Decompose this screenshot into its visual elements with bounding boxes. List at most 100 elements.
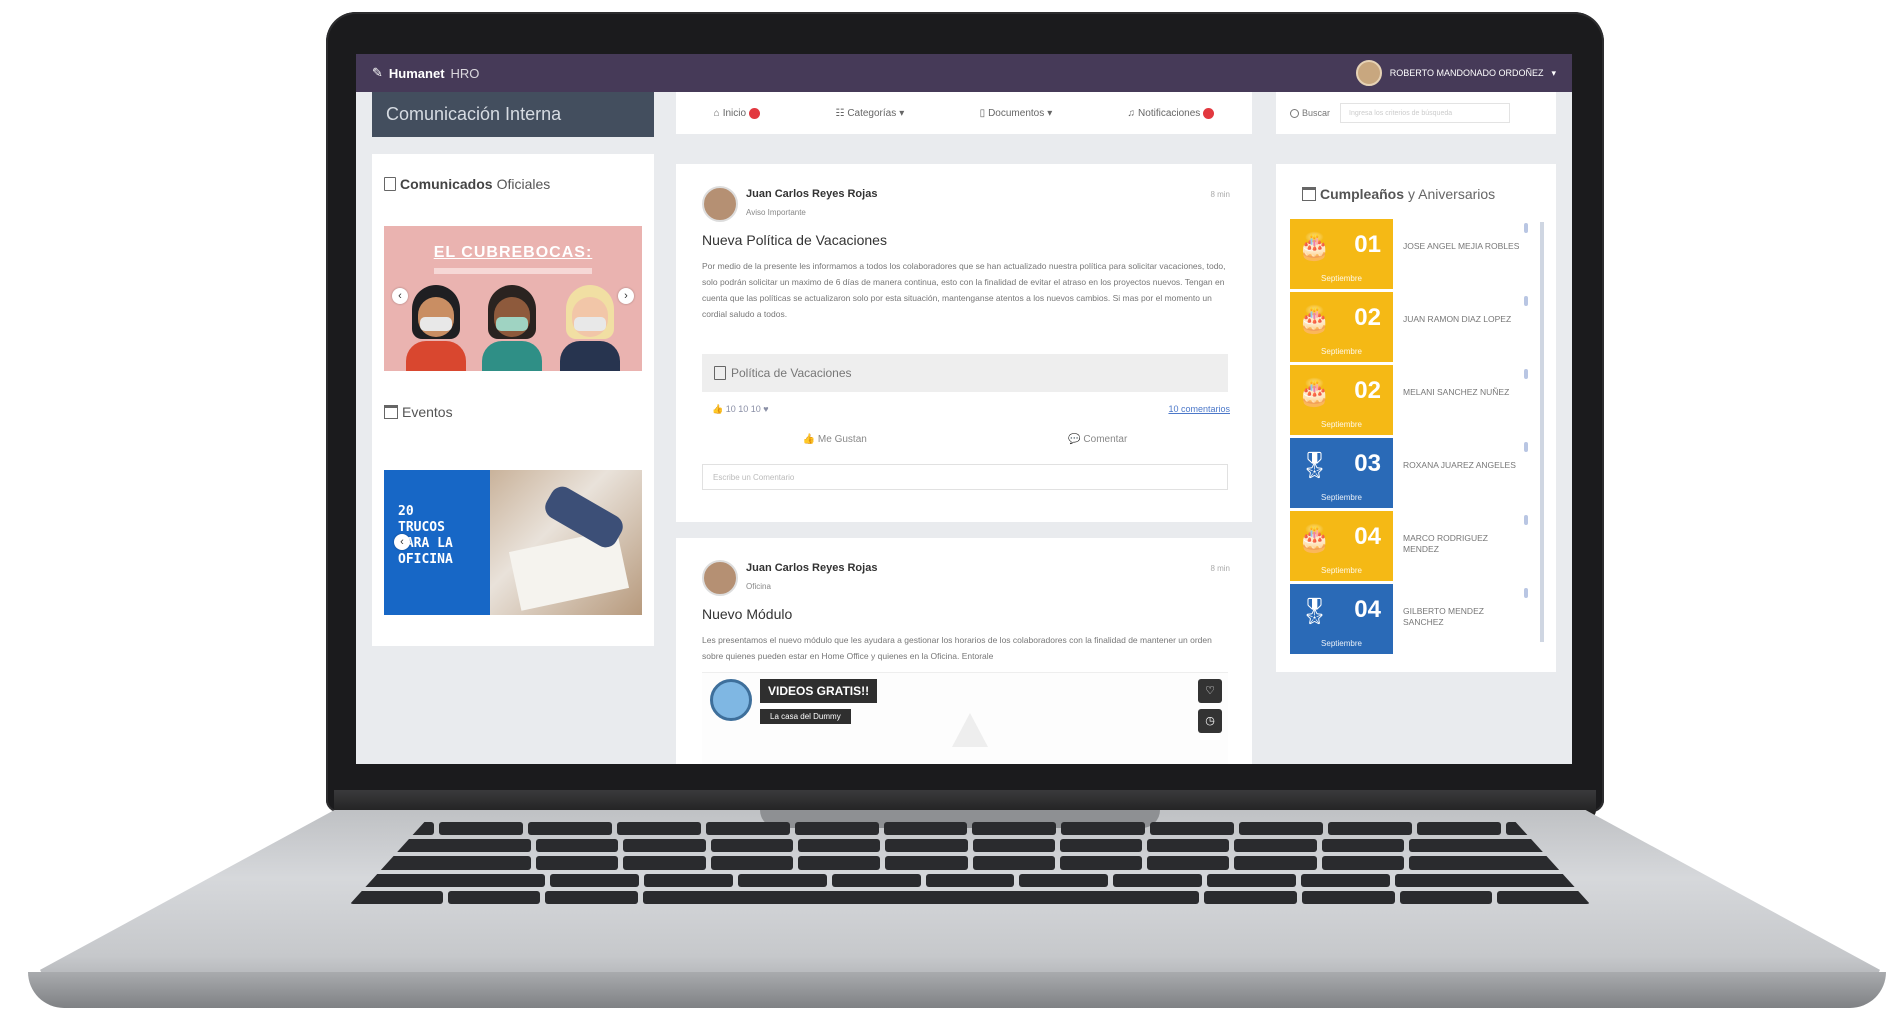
date-tile: 🎂 02 Septiembre	[1290, 292, 1393, 362]
post-author[interactable]: Juan Carlos Reyes Rojas	[746, 562, 877, 574]
watch-later-icon[interactable]: ♡	[1198, 679, 1222, 703]
cake-icon: 🎂	[1298, 304, 1331, 334]
user-menu[interactable]: ROBERTO MANDONADO ORDOÑEZ ▾	[1355, 60, 1556, 86]
pin-icon	[1524, 442, 1528, 452]
notification-dot	[749, 107, 761, 119]
chevron-down-icon: ▾	[1551, 67, 1556, 78]
date-tile: 🎂 04 Septiembre	[1290, 511, 1393, 581]
post-tag: Oficina	[746, 582, 771, 591]
list-icon: ☷	[835, 107, 845, 119]
avatar	[702, 186, 738, 222]
top-bar: ✎ Humanet HRO ROBERTO MANDONADO ORDOÑEZ ▾	[356, 54, 1572, 92]
medal-icon: 🎖	[1298, 450, 1332, 480]
official-title-rest: Oficiales	[496, 176, 551, 192]
pin-icon	[1524, 588, 1528, 598]
post-title: Nuevo Módulo	[702, 606, 793, 622]
list-item[interactable]: 🎂 02 Septiembre JUAN RAMON DIAZ LOPEZ	[1290, 292, 1536, 365]
post-time: 8 min	[1210, 564, 1230, 573]
avatar	[1355, 60, 1382, 86]
chevron-down-icon: ▾	[899, 107, 905, 119]
video-channel: La casa del Dummy	[760, 709, 851, 724]
illustration-person	[482, 285, 542, 371]
home-icon: ⌂	[713, 107, 720, 119]
illustration-person	[406, 285, 466, 371]
list-item[interactable]: 🎂 01 Septiembre JOSE ANGEL MEJIA ROBLES	[1290, 219, 1536, 292]
calendar-icon	[384, 405, 398, 419]
communications-carousel[interactable]: EL CUBREBOCAS: ‹ ›	[384, 226, 642, 371]
left-panel: Comunicados Oficiales EL CUBREBOCAS: ‹ ›…	[372, 154, 654, 646]
comments-link[interactable]: 10 comentarios	[1168, 404, 1230, 414]
section-header: Comunicación Interna	[372, 92, 654, 137]
document-icon: ▯	[979, 107, 986, 119]
search-bar: Buscar Ingresa los criterios de búsqueda	[1276, 92, 1556, 134]
cake-icon: 🎂	[1298, 231, 1331, 261]
date-tile: 🎂 02 Septiembre	[1290, 365, 1393, 435]
main-nav: ⌂ Inicio ☷ Categorías ▾ ▯ Documentos ▾ ♫…	[676, 92, 1252, 134]
post-author[interactable]: Juan Carlos Reyes Rojas	[746, 188, 877, 200]
document-icon	[714, 366, 726, 380]
reaction-counts: 👍 10 10 10 ♥	[712, 404, 769, 414]
events-title: Eventos	[384, 404, 453, 420]
tab-inicio[interactable]: ⌂ Inicio	[713, 107, 761, 119]
bell-icon: ♫	[1127, 107, 1136, 119]
cake-icon: 🎂	[1298, 377, 1331, 407]
date-tile: 🎖 03 Septiembre	[1290, 438, 1393, 508]
thumbs-up-icon: 👍	[712, 404, 724, 414]
banner-title: EL CUBREBOCAS:	[433, 244, 593, 261]
post-card: Juan Carlos Reyes Rojas Oficina 8 min Nu…	[676, 538, 1252, 764]
post-time: 8 min	[1210, 190, 1230, 199]
carousel-next-button[interactable]: ›	[618, 288, 634, 304]
date-tile: 🎖 04 Septiembre	[1290, 584, 1393, 654]
calendar-icon	[1302, 187, 1316, 201]
person-name: JUAN RAMON DIAZ LOPEZ	[1403, 314, 1512, 324]
person-name: JOSE ANGEL MEJIA ROBLES	[1403, 241, 1520, 251]
events-title-label: Eventos	[402, 404, 453, 420]
person-name: MARCO RODRIGUEZ MENDEZ	[1403, 533, 1488, 554]
person-name: ROXANA JUAREZ ANGELES	[1403, 460, 1516, 470]
clock-icon[interactable]: ◷	[1198, 709, 1222, 733]
post-actions: 👍 Me Gustan 💬 Comentar	[702, 434, 1228, 454]
search-icon	[1290, 108, 1299, 118]
avatar	[702, 560, 738, 596]
events-carousel[interactable]: 20 TRUCOS PARA LA OFICINA ‹	[384, 470, 642, 615]
post-tag: Aviso Importante	[746, 208, 806, 217]
person-name: MELANI SANCHEZ NUÑEZ	[1403, 387, 1510, 397]
cake-icon: 🎂	[1298, 523, 1331, 553]
document-icon	[384, 177, 396, 191]
laptop-screen: ✎ Humanet HRO ROBERTO MANDONADO ORDOÑEZ ▾…	[356, 54, 1572, 764]
post-card: Juan Carlos Reyes Rojas Aviso Importante…	[676, 164, 1252, 522]
carousel-prev-button[interactable]: ‹	[392, 288, 408, 304]
tab-categorias[interactable]: ☷ Categorías ▾	[835, 108, 904, 119]
pin-icon	[1524, 296, 1528, 306]
list-item[interactable]: 🎖 04 Septiembre GILBERTO MENDEZ SANCHEZ	[1290, 584, 1536, 657]
comment-input[interactable]: Escribe un Comentario	[702, 464, 1228, 490]
video-thumbnail	[952, 713, 988, 747]
list-item[interactable]: 🎂 02 Septiembre MELANI SANCHEZ NUÑEZ	[1290, 365, 1536, 438]
tab-notificaciones[interactable]: ♫ Notificaciones	[1127, 107, 1215, 119]
user-name: ROBERTO MANDONADO ORDOÑEZ	[1389, 68, 1544, 78]
post-title: Nueva Política de Vacaciones	[702, 232, 887, 248]
post-body: Por medio de la presente les informamos …	[702, 261, 1226, 319]
like-button[interactable]: 👍 Me Gustan	[803, 434, 867, 454]
scrollbar[interactable]	[1540, 222, 1544, 642]
embedded-video[interactable]: VIDEOS GRATIS!! La casa del Dummy ♡ ◷	[702, 672, 1228, 764]
attachment-label: Política de Vacaciones	[731, 366, 852, 380]
carousel-prev-button[interactable]: ‹	[394, 534, 410, 550]
tab-documentos[interactable]: ▯ Documentos ▾	[980, 108, 1053, 119]
chevron-down-icon: ▾	[1047, 107, 1053, 119]
video-title: VIDEOS GRATIS!!	[760, 679, 878, 703]
comment-button[interactable]: 💬 Comentar	[1068, 434, 1127, 454]
brand-name: Humanet	[388, 65, 445, 81]
list-item[interactable]: 🎖 03 Septiembre ROXANA JUAREZ ANGELES	[1290, 438, 1536, 511]
attachment-link[interactable]: Política de Vacaciones	[702, 354, 1228, 392]
list-item[interactable]: 🎂 04 Septiembre MARCO RODRIGUEZ MENDEZ	[1290, 511, 1536, 584]
brand-logo[interactable]: ✎ Humanet HRO	[372, 65, 479, 81]
person-name: GILBERTO MENDEZ SANCHEZ	[1403, 606, 1484, 627]
search-input[interactable]: Ingresa los criterios de búsqueda	[1340, 103, 1511, 123]
laptop-front-edge	[28, 972, 1886, 1008]
logo-icon: ✎	[372, 65, 383, 80]
medal-icon: 🎖	[1298, 596, 1332, 626]
birthdays-list: 🎂 01 Septiembre JOSE ANGEL MEJIA ROBLES …	[1290, 219, 1536, 657]
pin-icon	[1524, 223, 1528, 233]
birthdays-title: Cumpleaños y Aniversarios	[1302, 186, 1495, 202]
